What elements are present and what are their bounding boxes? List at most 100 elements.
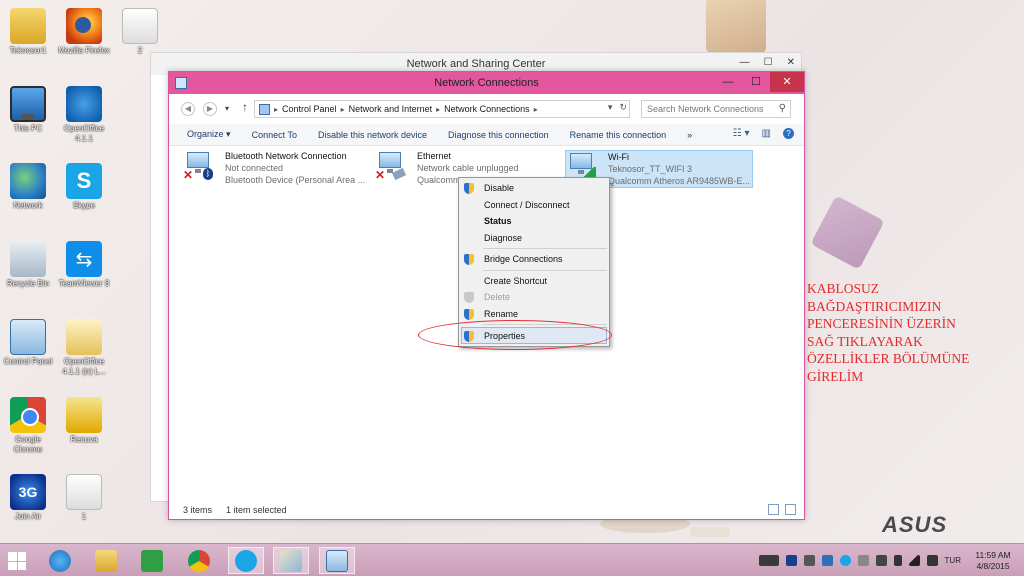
system-tray: TUR 11:59 AM 4/8/2015	[758, 544, 1024, 576]
taskbar-app[interactable]	[181, 547, 217, 574]
view-toggle	[768, 504, 796, 515]
taskbar-app[interactable]	[88, 547, 124, 574]
menu-item-connect-disconnect[interactable]: Connect / Disconnect	[459, 197, 609, 214]
connect-to-button[interactable]: Connect To	[252, 130, 297, 140]
change-view-icon[interactable]: ☷ ▾	[733, 128, 750, 139]
desktop-icon-network[interactable]: Network	[0, 163, 56, 211]
rename-button[interactable]: Rename this connection	[570, 130, 667, 140]
window-title: Network Connections	[434, 77, 539, 89]
breadcrumb-item[interactable]: Network Connections	[444, 104, 530, 114]
taskbar: TUR 11:59 AM 4/8/2015	[0, 543, 1024, 576]
breadcrumb-item[interactable]: Control Panel	[282, 104, 337, 114]
minimize-icon[interactable]: —	[740, 57, 750, 68]
internet-explorer-icon	[49, 549, 71, 572]
desktop-icon-openoffice-folder[interactable]: OpenOffice 4.1.1 (tr) L...	[56, 319, 112, 377]
desktop-icon-firefox[interactable]: Mozilla Firefox	[56, 8, 112, 56]
menu-item-create-shortcut[interactable]: Create Shortcut	[459, 273, 609, 290]
minimize-button[interactable]: —	[714, 72, 742, 92]
back-arrow-icon[interactable]: ◀	[181, 102, 195, 116]
menu-item-label: Delete	[484, 292, 511, 302]
desktop-icon-join-air[interactable]: 3G Join Air	[0, 474, 56, 522]
desktop-icon-recuva[interactable]: Recuva	[56, 397, 112, 445]
tray-app-icon[interactable]	[803, 555, 815, 566]
menu-item-disable[interactable]: Disable	[459, 180, 609, 197]
skype-icon[interactable]	[839, 555, 851, 566]
search-input[interactable]: Search Network Connections ⚲	[641, 100, 791, 118]
bluetooth-icon: ᛒ	[203, 168, 213, 180]
menu-item-diagnose[interactable]: Diagnose	[459, 230, 609, 247]
battery-icon[interactable]	[893, 555, 902, 566]
clock[interactable]: 11:59 AM 4/8/2015	[968, 550, 1018, 572]
language-indicator[interactable]: TUR	[945, 556, 961, 565]
chevron-down-icon[interactable]: ▾	[608, 102, 613, 113]
paint-icon	[280, 549, 302, 572]
help-icon[interactable]: ?	[783, 128, 794, 139]
this-pc-icon	[10, 86, 46, 122]
refresh-icon[interactable]: ↻	[619, 102, 627, 113]
disable-device-button[interactable]: Disable this network device	[318, 130, 427, 140]
taskbar-app[interactable]	[228, 547, 264, 574]
desktop-icon-label: Google Chrome	[13, 435, 43, 454]
taskbar-app[interactable]	[273, 547, 309, 574]
menu-item-status[interactable]: Status	[459, 213, 609, 230]
desktop-icon-skype[interactable]: S Skype	[56, 163, 112, 211]
wallpaper-shape	[706, 0, 766, 55]
chevron-right-icon[interactable]: ▸	[436, 105, 440, 114]
time: 11:59 AM	[975, 549, 1011, 560]
recent-dropdown-icon[interactable]: ▾	[225, 104, 229, 113]
close-button[interactable]: ✕	[770, 72, 804, 92]
chevron-right-icon[interactable]: ▸	[534, 105, 538, 114]
bluetooth-icon[interactable]	[785, 555, 797, 566]
breadcrumb-item[interactable]: Network and Internet	[349, 104, 433, 114]
desktop-icon-this-pc[interactable]: This PC	[0, 86, 56, 134]
address-bar[interactable]: ▸ Control Panel ▸ Network and Internet ▸…	[254, 100, 630, 118]
desktop-icon-2[interactable]: 2	[112, 8, 168, 56]
connection-status: Not connected	[225, 163, 284, 173]
connection-name: Wi-Fi	[608, 152, 629, 162]
menu-item-bridge-connections[interactable]: Bridge Connections	[459, 251, 609, 268]
selection-count: 1 item selected	[226, 505, 287, 515]
connection-item-bluetooth[interactable]: ✕ ᛒ Bluetooth Network Connection Not con…	[183, 150, 369, 188]
forward-arrow-icon[interactable]: ▶	[203, 102, 217, 116]
taskbar-app[interactable]	[42, 547, 78, 574]
desktop-icon-label: Network	[13, 201, 43, 210]
up-arrow-icon[interactable]: ↑	[242, 100, 248, 114]
highlight-ellipse	[418, 320, 612, 350]
title-bar[interactable]: Network Connections — ☐ ✕	[169, 72, 804, 94]
search-icon[interactable]: ⚲	[779, 101, 786, 117]
maximize-button[interactable]: ☐	[742, 72, 770, 92]
disconnected-x-icon: ✕	[375, 168, 386, 182]
wifi-icon[interactable]	[908, 555, 920, 566]
window-controls: — ☐ ✕	[714, 72, 804, 92]
more-commands-button[interactable]: »	[687, 130, 692, 140]
desktop-icon-recycle-bin[interactable]: Recycle Bin	[0, 241, 56, 289]
organize-button[interactable]: Organize ▾	[187, 129, 231, 140]
desktop-icon-openoffice[interactable]: OpenOffice 4.1.1	[56, 86, 112, 144]
chevron-right-icon[interactable]: ▸	[341, 105, 345, 114]
taskbar-app[interactable]	[319, 547, 355, 574]
desktop-icon-teknosor1[interactable]: Teknosor1	[0, 8, 56, 56]
desktop-icon-control-panel[interactable]: Control Panel	[0, 319, 56, 367]
volume-icon[interactable]	[926, 555, 938, 566]
desktop-icon-chrome[interactable]: Google Chrome	[0, 397, 56, 455]
large-icons-view-icon[interactable]	[785, 504, 796, 515]
chevron-right-icon[interactable]: ▸	[274, 105, 278, 114]
join-air-icon: 3G	[10, 474, 46, 510]
notifications-flag-icon[interactable]	[875, 555, 887, 566]
tray-app-icon[interactable]	[821, 555, 833, 566]
desktop-icon-teamviewer[interactable]: TeamViewer 8	[56, 241, 112, 289]
keyboard-icon[interactable]	[758, 555, 779, 566]
close-icon[interactable]: ✕	[787, 57, 795, 68]
menu-item-label: Connect / Disconnect	[484, 199, 570, 210]
windows-start-icon[interactable]	[8, 552, 26, 570]
taskbar-app[interactable]	[134, 547, 170, 574]
details-view-icon[interactable]	[768, 504, 779, 515]
control-panel-icon	[10, 319, 46, 355]
desktop-icon-1[interactable]: 1	[56, 474, 112, 522]
diagnose-button[interactable]: Diagnose this connection	[448, 130, 549, 140]
connection-name: Bluetooth Network Connection	[225, 151, 347, 161]
tray-app-icon[interactable]	[857, 555, 869, 566]
preview-pane-icon[interactable]: ▥	[762, 128, 771, 139]
store-icon	[141, 549, 163, 572]
maximize-icon[interactable]: ☐	[764, 57, 773, 68]
